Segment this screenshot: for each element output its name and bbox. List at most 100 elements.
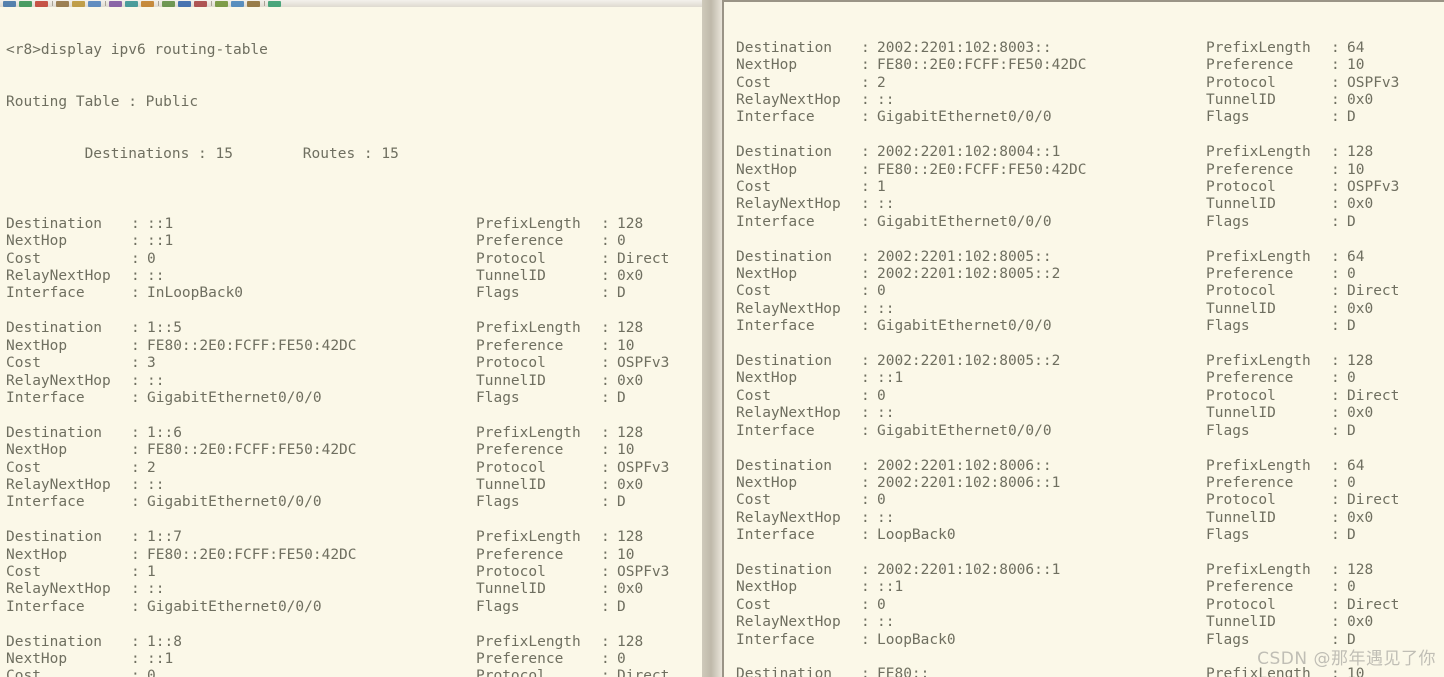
colon-nexthop: : xyxy=(861,161,870,178)
colon-prefixlength: : xyxy=(1331,39,1340,56)
toolbar-icon-6[interactable] xyxy=(109,0,122,7)
toolbar-icon-2[interactable] xyxy=(35,0,48,7)
route-field-right: Protocol: Direct xyxy=(476,251,669,268)
toolbar-icon-0[interactable] xyxy=(3,0,16,7)
route-field-row: Interface: LoopBack0 Flags: D xyxy=(736,527,1444,544)
value-relaynexthop: :: xyxy=(877,92,895,109)
route-entry: Destination:::1 PrefixLength:128 NextHop::… xyxy=(6,216,702,303)
toolbar-icon-12[interactable] xyxy=(215,0,228,7)
label-relaynexthop: RelayNextHop xyxy=(6,372,111,389)
colon-relaynexthop: : xyxy=(861,300,870,317)
toolbar-icon-7[interactable] xyxy=(125,0,138,7)
value-nexthop: 2002:2201:102:8005::2 xyxy=(877,266,1061,283)
label-preference: Preference xyxy=(476,546,564,563)
route-field-row: RelayNextHop::: TunnelID:0x0 xyxy=(736,614,1444,631)
toolbar-icon-9[interactable] xyxy=(162,0,175,7)
route-field-right: PrefixLength:64 xyxy=(1206,458,1364,475)
colon-interface: : xyxy=(861,213,870,230)
value-destination: 1::7 xyxy=(147,529,182,546)
value-interface: GigabitEthernet0/0/0 xyxy=(147,389,322,406)
route-field-right: Protocol: Direct xyxy=(476,668,669,677)
route-field-left: Cost:0 xyxy=(736,388,1206,405)
route-field-row: Destination:1::8 PrefixLength:128 xyxy=(6,634,702,651)
route-field-right: Preference:0 xyxy=(1206,475,1356,492)
colon-protocol: : xyxy=(1331,74,1340,91)
colon-flags: : xyxy=(601,285,610,302)
label-protocol: Protocol xyxy=(476,250,546,267)
colon-interface: : xyxy=(861,422,870,439)
toolbar-icon-15[interactable] xyxy=(268,0,281,7)
value-cost: 3 xyxy=(147,355,156,372)
route-field-right: PrefixLength:128 xyxy=(476,216,643,233)
value-protocol: Direct xyxy=(1347,387,1400,404)
value-interface: GigabitEthernet0/0/0 xyxy=(877,422,1052,439)
terminal-window-left[interactable]: <r8>display ipv6 routing-table Routing T… xyxy=(0,7,702,677)
value-nexthop: FE80::2E0:FCFF:FE50:42DC xyxy=(877,161,1087,178)
colon-cost: : xyxy=(131,355,140,372)
route-field-left: Destination:2002:2201:102:8005:: xyxy=(736,249,1206,266)
route-entry: Destination:2002:2201:102:8003:: PrefixLe… xyxy=(736,40,1444,127)
label-protocol: Protocol xyxy=(476,668,546,677)
route-field-row: RelayNextHop::: TunnelID:0x0 xyxy=(736,510,1444,527)
toolbar-icon-3[interactable] xyxy=(56,0,69,7)
label-destination: Destination xyxy=(736,248,833,265)
route-field-right: TunnelID:0x0 xyxy=(476,581,643,598)
route-field-right: Protocol: OSPFv3 xyxy=(476,564,669,581)
label-preference: Preference xyxy=(1206,370,1294,387)
route-block-spacer xyxy=(736,127,1444,144)
route-field-left: Interface: GigabitEthernet0/0/0 xyxy=(6,599,476,616)
value-destination: ::1 xyxy=(147,215,174,232)
route-field-row: NextHop: FE80::2E0:FCFF:FE50:42DC Preferen… xyxy=(736,57,1444,74)
colon-flags: : xyxy=(1331,109,1340,126)
toolbar-icon-13[interactable] xyxy=(231,0,244,7)
route-field-row: Destination:2002:2201:102:8005:: PrefixLe… xyxy=(736,249,1444,266)
route-field-row: NextHop: FE80::2E0:FCFF:FE50:42DC Preferen… xyxy=(736,162,1444,179)
toolbar-icon-11[interactable] xyxy=(194,0,207,7)
route-field-right: TunnelID:0x0 xyxy=(1206,196,1373,213)
colon-cost: : xyxy=(861,492,870,509)
route-field-right: Protocol: OSPFv3 xyxy=(476,460,669,477)
value-destination: 1::6 xyxy=(147,424,182,441)
route-field-right: PrefixLength:64 xyxy=(1206,40,1364,57)
value-interface: GigabitEthernet0/0/0 xyxy=(147,494,322,511)
toolbar-icon-1[interactable] xyxy=(19,0,32,7)
toolbar-icon-8[interactable] xyxy=(141,0,154,7)
route-block-spacer xyxy=(6,616,702,633)
colon-relaynexthop: : xyxy=(861,614,870,631)
route-field-right: Flags: D xyxy=(1206,632,1356,649)
value-nexthop: FE80::2E0:FCFF:FE50:42DC xyxy=(147,442,357,459)
route-field-left: NextHop:::1 xyxy=(6,233,476,250)
colon-interface: : xyxy=(861,109,870,126)
route-field-row: Destination:1::5 PrefixLength:128 xyxy=(6,320,702,337)
route-field-right: Preference:10 xyxy=(476,547,634,564)
value-prefixlength: 64 xyxy=(1347,248,1365,265)
toolbar-icon-4[interactable] xyxy=(72,0,85,7)
value-interface: LoopBack0 xyxy=(877,631,956,648)
colon-prefixlength: : xyxy=(1331,561,1340,578)
colon-interface: : xyxy=(131,389,140,406)
route-field-left: Destination:1::7 xyxy=(6,529,476,546)
value-destination: FE80:: xyxy=(877,666,930,677)
value-cost: 2 xyxy=(147,459,156,476)
toolbar-icon-10[interactable] xyxy=(178,0,191,7)
colon-prefixlength: : xyxy=(1331,666,1340,677)
route-block-spacer xyxy=(736,545,1444,562)
toolbar-icon-5[interactable] xyxy=(88,0,101,7)
colon-nexthop: : xyxy=(131,442,140,459)
route-field-left: RelayNextHop::: xyxy=(736,614,1206,631)
colon-relaynexthop: : xyxy=(861,405,870,422)
label-relaynexthop: RelayNextHop xyxy=(6,268,111,285)
route-entry: Destination:2002:2201:102:8005::2 PrefixL… xyxy=(736,353,1444,440)
label-nexthop: NextHop xyxy=(736,370,798,387)
route-field-row: RelayNextHop::: TunnelID:0x0 xyxy=(736,301,1444,318)
route-field-row: RelayNextHop::: TunnelID:0x0 xyxy=(6,373,702,390)
colon-tunnelid: : xyxy=(1331,405,1340,422)
label-cost: Cost xyxy=(736,596,771,613)
route-field-right: Protocol: OSPFv3 xyxy=(1206,75,1399,92)
label-tunnelid: TunnelID xyxy=(1206,196,1276,213)
toolbar-icon-14[interactable] xyxy=(247,0,260,7)
terminal-window-right[interactable]: Destination:2002:2201:102:8003:: PrefixLe… xyxy=(722,0,1444,677)
route-field-left: Interface: GigabitEthernet0/0/0 xyxy=(736,318,1206,335)
colon-nexthop: : xyxy=(861,57,870,74)
label-flags: Flags xyxy=(1206,109,1250,126)
